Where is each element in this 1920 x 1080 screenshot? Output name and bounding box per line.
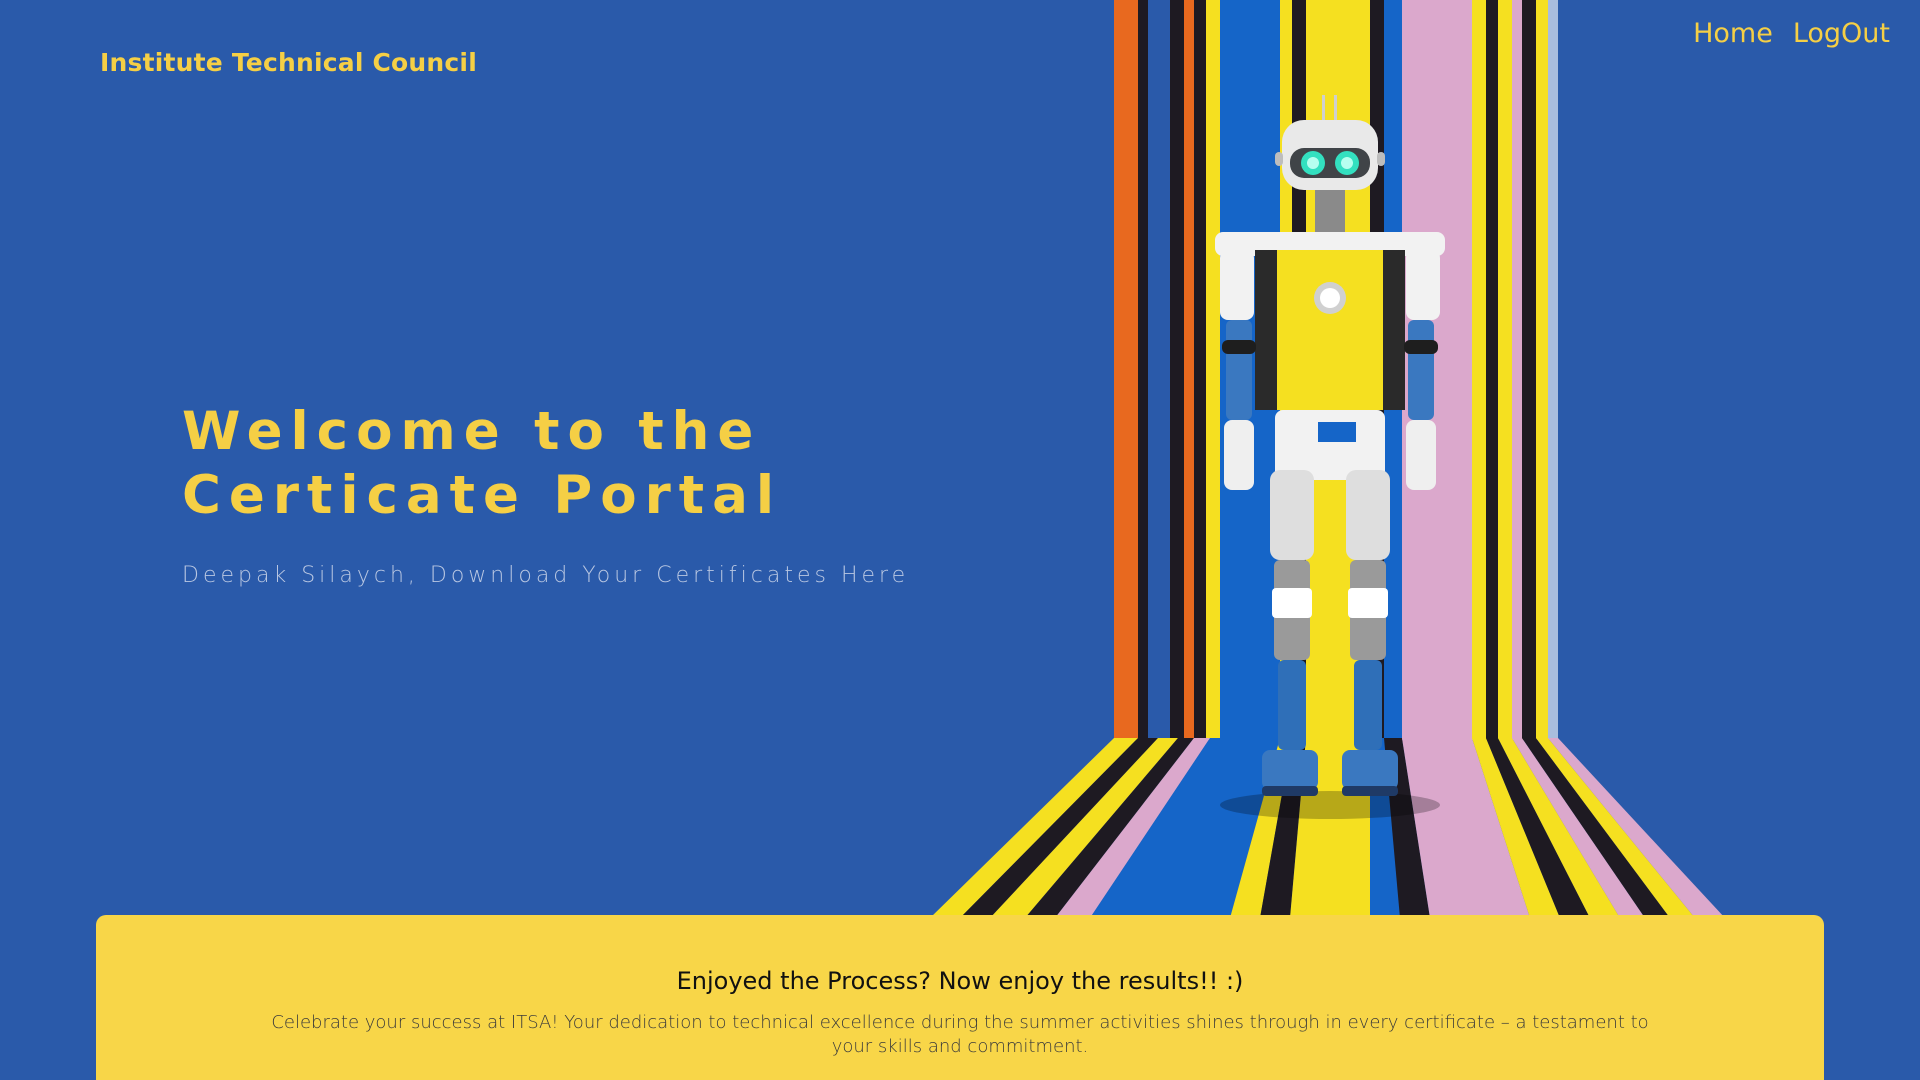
hero-title-line-2: Certicate Portal	[182, 465, 783, 526]
brand-title[interactable]: Institute Technical Council	[100, 48, 477, 77]
hero-subtitle: Deepak Silaych, Download Your Certificat…	[182, 563, 910, 588]
hero-title-line-1: Welcome to the	[182, 401, 762, 462]
certificate-portal-page: Institute Technical Council Home LogOut …	[0, 0, 1920, 1080]
card-title: Enjoyed the Process? Now enjoy the resul…	[676, 967, 1244, 995]
hero-title: Welcome to the Certicate Portal	[182, 400, 902, 528]
robot-illustration-icon	[930, 0, 1725, 918]
floor-stripes	[930, 738, 1725, 918]
card-text: Celebrate your success at ITSA! Your ded…	[271, 1012, 1649, 1057]
results-card: Enjoyed the Process? Now enjoy the resul…	[96, 915, 1824, 1080]
nav-logout-link[interactable]: LogOut	[1793, 18, 1890, 49]
